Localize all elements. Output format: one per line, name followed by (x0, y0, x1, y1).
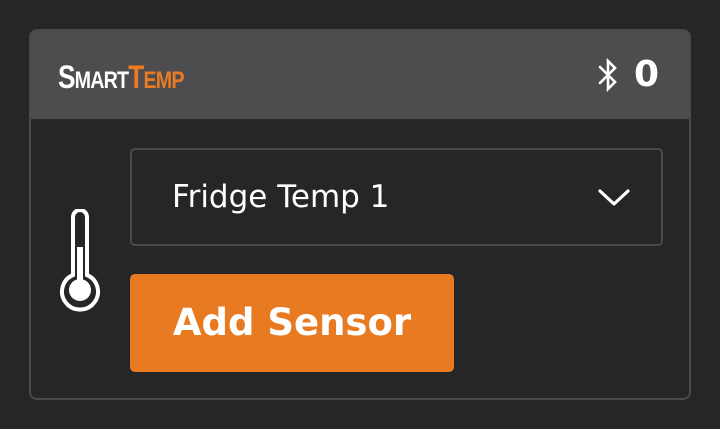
logo-temp-rest: EMP (143, 67, 184, 94)
logo-smart-initial: S (58, 59, 76, 95)
smarttemp-logo: SMARTTEMP (58, 59, 184, 99)
logo-smart: SMART (58, 59, 129, 95)
logo-smart-rest: MART (74, 67, 129, 94)
logo-temp: TEMP (128, 59, 184, 95)
sensor-select[interactable]: Fridge Temp 1 (130, 148, 663, 246)
logo-temp-initial: T (128, 59, 144, 95)
thermometer-icon (60, 209, 100, 312)
chevron-down-icon (598, 189, 630, 206)
bluetooth-status[interactable]: 0 (596, 53, 659, 97)
panel-header: SMARTTEMP 0 (31, 31, 689, 119)
bluetooth-count: 0 (633, 54, 659, 95)
add-sensor-button[interactable]: Add Sensor (130, 274, 454, 372)
bluetooth-icon (598, 58, 617, 92)
sensor-panel: SMARTTEMP 0 Fridge Temp 1 Add Sensor (29, 29, 691, 400)
selected-sensor-value: Fridge Temp 1 (172, 179, 390, 215)
